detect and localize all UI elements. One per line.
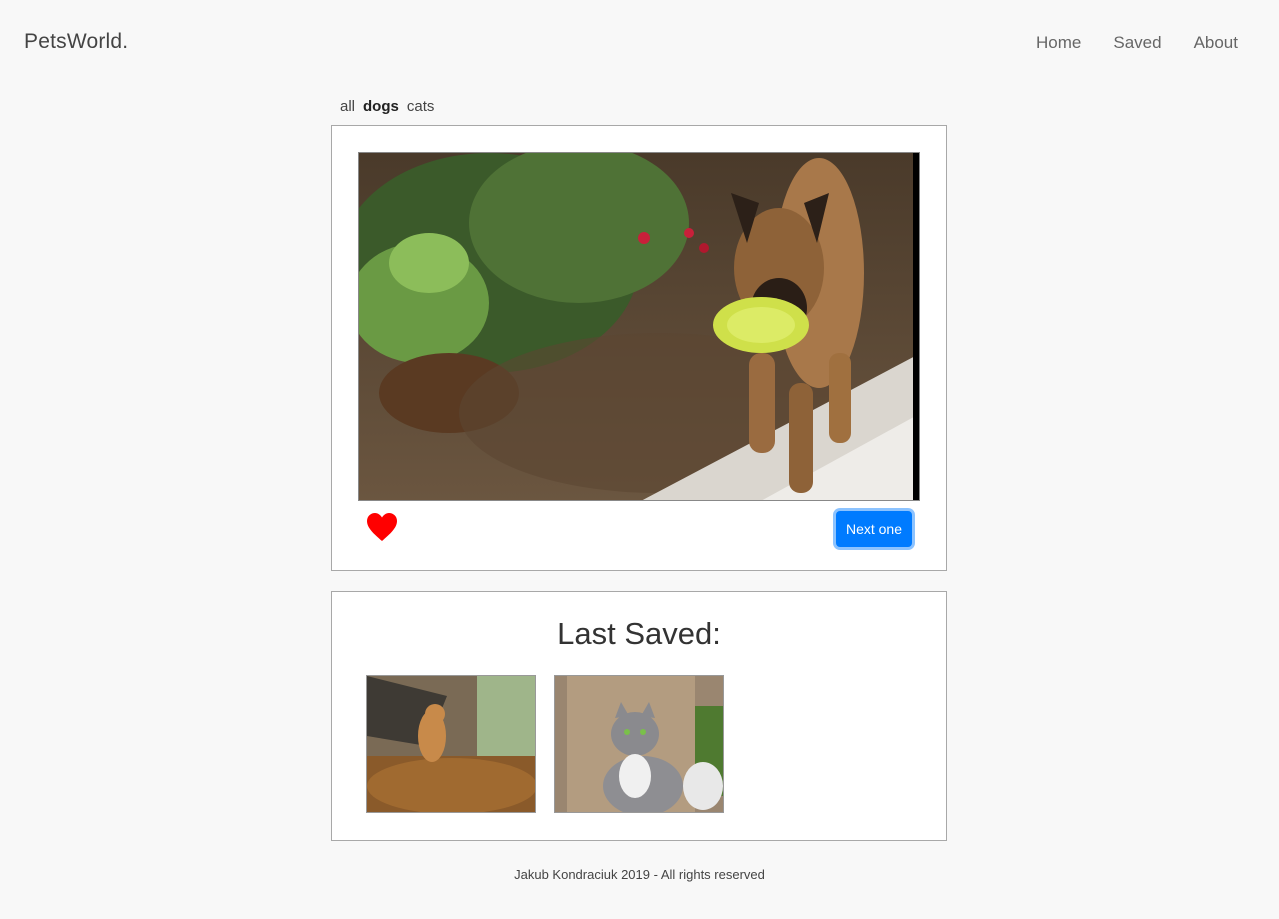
heart-icon-shape <box>367 513 397 541</box>
last-saved-card: Last Saved: <box>331 591 947 841</box>
cat-photo-icon <box>555 676 723 812</box>
nav-link-saved[interactable]: Saved <box>1113 33 1161 53</box>
filter-dogs[interactable]: dogs <box>363 98 399 115</box>
nav-links: Home Saved About <box>1036 33 1238 53</box>
nav-link-about[interactable]: About <box>1194 33 1238 53</box>
last-saved-title: Last Saved: <box>557 616 721 651</box>
pet-photo <box>358 152 920 501</box>
heart-icon[interactable] <box>366 512 398 542</box>
dog-photo-icon <box>367 676 535 812</box>
filter-cats[interactable]: cats <box>407 98 435 115</box>
dog-photo-image <box>359 153 919 500</box>
pet-card: Next one <box>331 125 947 571</box>
brand-logo[interactable]: PetsWorld. <box>24 30 128 54</box>
category-filters: all dogs cats <box>340 98 434 115</box>
filter-all[interactable]: all <box>340 98 355 115</box>
saved-thumbnail-cat[interactable] <box>554 675 724 813</box>
navbar: PetsWorld. Home Saved About <box>0 0 1279 88</box>
next-one-button[interactable]: Next one <box>836 511 912 547</box>
saved-thumbnail-dog[interactable] <box>366 675 536 813</box>
footer: Jakub Kondraciuk 2019 - All rights reser… <box>514 867 765 882</box>
nav-link-home[interactable]: Home <box>1036 33 1081 53</box>
